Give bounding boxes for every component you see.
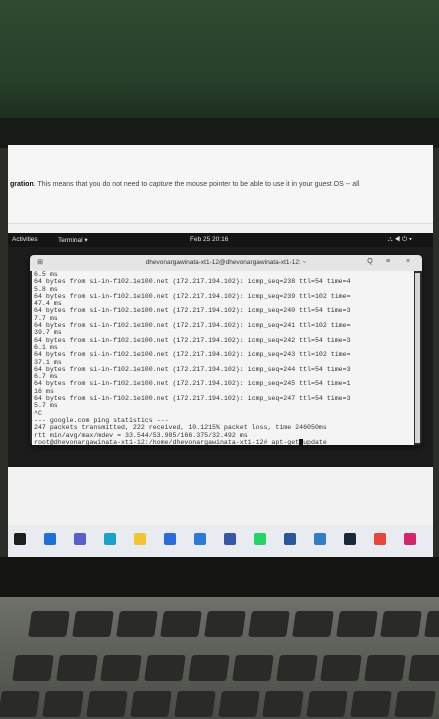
terminal-line: 64 bytes from si-in-f102.1e100.net (172.… [34,307,351,315]
terminal-line: 64 bytes from si-in-f102.1e100.net (172.… [34,278,351,286]
keyboard-key [204,611,246,637]
keyboard-key [130,691,172,717]
keyboard-key [408,655,439,681]
terminal-line: 64 bytes from si-in-f102.1e100.net (172.… [34,380,351,388]
terminal-line: 6.7 ms [34,373,58,381]
steam-icon[interactable] [344,533,356,545]
keyboard-key [306,691,348,717]
keyboard-key [160,611,202,637]
keyboard-key [232,655,274,681]
photo-scene: gration. This means that you do not need… [0,0,439,719]
keyboard-key [174,691,216,717]
mail-icon[interactable] [194,533,206,545]
keyboard-key [292,611,334,637]
slack-icon[interactable] [404,533,416,545]
gnome-top-bar: Activities Terminal ▾ Feb 25 20:16 ⛬ ◀ ⏻… [8,233,433,247]
edge-icon[interactable] [104,533,116,545]
terminal-line: 64 bytes from si-in-f102.1e100.net (172.… [34,322,351,330]
terminal-line: 6.1 ms [34,343,58,351]
document-page: gration. This means that you do not need… [8,145,433,224]
menu-icon[interactable]: ≡ [382,258,394,268]
terminal-app-menu[interactable]: Terminal ▾ [58,236,88,244]
keyboard-key [0,691,40,717]
terminal-line: 5.8 ms [34,285,58,293]
terminal-line: rtt min/avg/max/mdev = 33.544/53.985/166… [34,431,248,439]
terminal-line: 64 bytes from si-in-f102.1e100.net (172.… [34,336,351,344]
keyboard-key [380,611,422,637]
chrome-icon[interactable] [374,533,386,545]
meet-icon[interactable] [74,533,86,545]
laptop-screen: gration. This means that you do not need… [8,145,433,557]
terminal-line: 37.1 ms [34,358,62,366]
laptop-top-bezel [0,118,439,148]
keyboard-key [56,655,98,681]
close-icon[interactable]: × [402,258,414,268]
keyboard-key [144,655,186,681]
keyboard-key [116,611,158,637]
terminal-titlebar[interactable]: ⊞ dhevonargawinata-xt1-12@dhevonargawina… [30,255,422,271]
keyboard-key [100,655,142,681]
keyboard-key [28,611,70,637]
clock[interactable]: Feb 25 20:16 [190,236,228,243]
shell-prompt: root@dhevonargawinata-xt1-12:/home/dhevo… [34,438,272,445]
keyboard-key [12,655,54,681]
activities-button[interactable]: Activities [12,236,38,243]
keyboard-key [72,611,114,637]
terminal-line: 64 bytes from si-in-f102.1e100.net (172.… [34,395,351,403]
keyboard-key [218,691,260,717]
laptop-keyboard [0,597,439,719]
terminal-window[interactable]: ⊞ dhevonargawinata-xt1-12@dhevonargawina… [30,255,422,445]
keyboard-key [320,655,362,681]
keyboard-key [350,691,392,717]
terminal-line: 64 bytes from si-in-f102.1e100.net (172.… [34,365,351,373]
terminal-line: ^C [34,409,42,417]
terminal-line: 6.5 ms [34,271,58,278]
laptop-chin [0,557,439,597]
keyboard-key [86,691,128,717]
terminal-prompt-line[interactable]: root@dhevonargawinata-xt1-12:/home/dhevo… [32,438,414,445]
search-icon[interactable]: Q [364,258,376,268]
word-icon[interactable] [284,533,296,545]
keyboard-key [248,611,290,637]
task-view-icon[interactable] [44,533,56,545]
start-icon[interactable] [14,533,26,545]
photos-icon[interactable] [314,533,326,545]
document-sentence: gration. This means that you do not need… [10,181,359,188]
terminal-line: --- google.com ping statistics --- [34,416,169,424]
terminal-line: 7.7 ms [34,314,58,322]
terminal-line: 16 ms [34,387,54,395]
terminal-line: 39.7 ms [34,329,62,337]
terminal-line: 64 bytes from si-in-f102.1e100.net (172.… [34,292,351,300]
document-bold-word: gration [10,181,34,188]
keyboard-key [394,691,436,717]
keyboard-key [364,655,406,681]
terminal-line: 247 packets transmitted, 222 received, 1… [34,424,327,432]
background-wall [0,0,439,130]
virtualbox-icon[interactable] [224,533,236,545]
terminal-output[interactable]: 6.5 ms 64 bytes from si-in-f102.1e100.net… [32,271,414,445]
document-sentence-tail: the mouse pointer to be able to use it i… [172,181,360,188]
keyboard-key [276,655,318,681]
keyboard-key [188,655,230,681]
command-text-after-cursor: update [303,438,327,445]
system-status-icons[interactable]: ⛬ ◀ ⏻ ▾ [388,236,412,244]
keyboard-key [424,611,439,637]
store-icon[interactable] [164,533,176,545]
document-sentence-start: . This means that you do not need to [33,181,150,188]
terminal-scrollbar[interactable] [415,273,420,443]
file-explorer-icon[interactable] [134,533,146,545]
whatsapp-icon[interactable] [254,533,266,545]
keyboard-key [336,611,378,637]
terminal-line: 47.4 ms [34,300,62,308]
terminal-line: 64 bytes from si-in-f102.1e100.net (172.… [34,351,351,359]
keyboard-key [262,691,304,717]
terminal-line: 5.7 ms [34,402,58,410]
windows-taskbar [8,525,433,557]
command-text: apt-get [271,438,300,445]
document-italic-word: capture [149,181,173,188]
keyboard-key [42,691,84,717]
